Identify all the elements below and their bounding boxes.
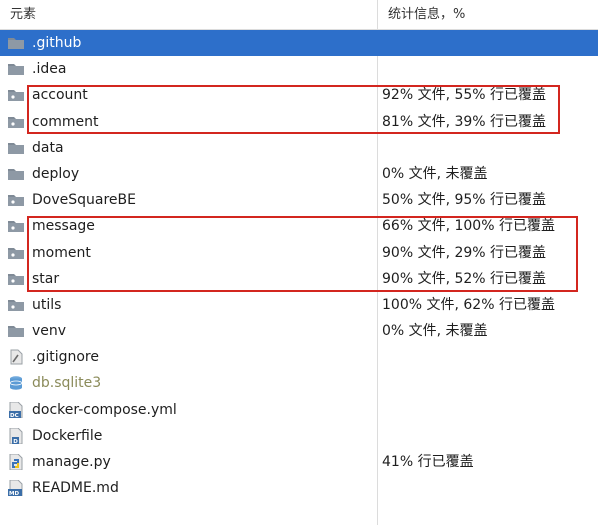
svg-text:D: D	[13, 439, 18, 444]
coverage-stat: 50% 文件, 95% 行已覆盖	[382, 192, 547, 209]
tree-row-manage-py[interactable]: manage.py 41% 行已覆盖	[0, 449, 598, 475]
tree-row-github[interactable]: .github	[0, 30, 598, 57]
package-folder-icon	[7, 297, 25, 313]
tree-row-label: data	[32, 139, 64, 156]
tree-row-label: .gitignore	[32, 349, 99, 366]
tree-row-label: docker-compose.yml	[32, 401, 177, 418]
tree-row-label: .github	[32, 35, 82, 51]
tree-row-deploy[interactable]: deploy 0% 文件, 未覆盖	[0, 161, 598, 187]
tree-row-label: moment	[32, 244, 91, 261]
tree-row-idea[interactable]: .idea	[0, 56, 598, 82]
package-folder-icon	[7, 87, 25, 103]
tree-row-moment[interactable]: moment 90% 文件, 29% 行已覆盖	[0, 240, 598, 266]
coverage-stat: 66% 文件, 100% 行已覆盖	[382, 218, 555, 235]
tree-row-readme[interactable]: MD README.md	[0, 475, 598, 501]
tree-row-label: Dockerfile	[32, 427, 103, 444]
tree-row-label: venv	[32, 323, 67, 340]
package-folder-icon	[7, 218, 25, 234]
svg-text:MD: MD	[9, 491, 19, 496]
svg-text:DC: DC	[10, 413, 19, 418]
folder-icon	[7, 61, 25, 77]
tree-row-label: DoveSquareBE	[32, 192, 136, 209]
tree-row-label: .idea	[32, 61, 67, 78]
dockerfile-icon: D	[7, 427, 25, 445]
table-header: 元素 统计信息，%	[0, 0, 598, 30]
tree-row-label: comment	[32, 113, 99, 130]
coverage-stat: 41% 行已覆盖	[382, 454, 474, 470]
tree-row-label: db.sqlite3	[32, 375, 102, 392]
folder-icon	[7, 166, 25, 182]
gitignore-file-icon	[7, 349, 25, 365]
tree-row-db-sqlite3[interactable]: db.sqlite3	[0, 370, 598, 396]
coverage-stat: 92% 文件, 55% 行已覆盖	[382, 87, 547, 104]
tree-row-star[interactable]: star 90% 文件, 52% 行已覆盖	[0, 266, 598, 292]
tree-row-label: manage.py	[32, 454, 111, 470]
folder-icon	[7, 140, 25, 156]
tree-row-account[interactable]: account 92% 文件, 55% 行已覆盖	[0, 82, 598, 108]
coverage-stat: 81% 文件, 39% 行已覆盖	[382, 113, 547, 130]
column-header-stats[interactable]: 统计信息，%	[388, 0, 465, 29]
folder-icon	[7, 35, 25, 51]
tree-row-label: star	[32, 270, 60, 287]
python-file-icon	[7, 453, 25, 471]
coverage-stat: 90% 文件, 29% 行已覆盖	[382, 244, 547, 261]
package-folder-icon	[7, 271, 25, 287]
coverage-stat: 90% 文件, 52% 行已覆盖	[382, 270, 547, 287]
tree-row-docker-compose[interactable]: DC docker-compose.yml	[0, 397, 598, 423]
markdown-file-icon: MD	[7, 479, 25, 497]
column-header-element[interactable]: 元素	[10, 0, 36, 29]
tree-row-label: message	[32, 218, 95, 235]
folder-icon	[7, 323, 25, 339]
tree-row-message[interactable]: message 66% 文件, 100% 行已覆盖	[0, 213, 598, 239]
coverage-stat: 0% 文件, 未覆盖	[382, 165, 488, 182]
package-folder-icon	[7, 114, 25, 130]
tree-row-label: account	[32, 87, 88, 104]
tree-row-dovesquarebe[interactable]: DoveSquareBE 50% 文件, 95% 行已覆盖	[0, 187, 598, 213]
tree-row-gitignore[interactable]: .gitignore	[0, 344, 598, 370]
coverage-stat: 0% 文件, 未覆盖	[382, 323, 488, 340]
coverage-stat: 100% 文件, 62% 行已覆盖	[382, 296, 555, 313]
tree-row-venv[interactable]: venv 0% 文件, 未覆盖	[0, 318, 598, 344]
tree-row-label: utils	[32, 296, 62, 313]
package-folder-icon	[7, 245, 25, 261]
tree-row-label: deploy	[32, 165, 80, 182]
database-icon	[7, 375, 25, 391]
file-tree: .github .idea account 92% 文件, 55% 行已覆盖 comme…	[0, 30, 598, 501]
tree-row-data[interactable]: data	[0, 135, 598, 161]
docker-compose-file-icon: DC	[7, 401, 25, 419]
tree-row-comment[interactable]: comment 81% 文件, 39% 行已覆盖	[0, 109, 598, 135]
tree-row-label: README.md	[32, 480, 119, 497]
tree-row-dockerfile[interactable]: D Dockerfile	[0, 423, 598, 449]
package-folder-icon	[7, 192, 25, 208]
tree-row-utils[interactable]: utils 100% 文件, 62% 行已覆盖	[0, 292, 598, 318]
